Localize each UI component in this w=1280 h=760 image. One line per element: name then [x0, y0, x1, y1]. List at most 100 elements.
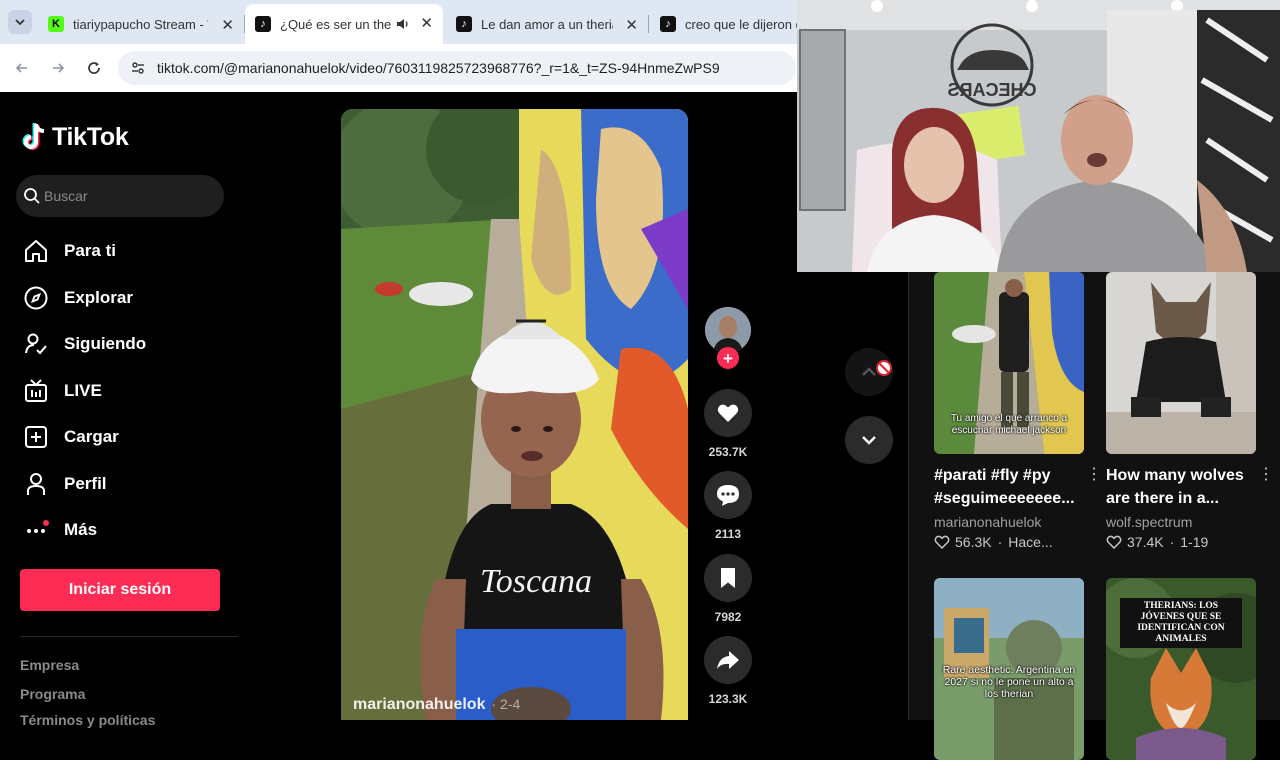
- not-allowed-icon: [876, 360, 892, 376]
- login-button[interactable]: Iniciar sesión: [20, 569, 220, 611]
- search-icon: [24, 188, 40, 204]
- tab-kick-stream[interactable]: K tiariypapucho Stream - W ✕: [38, 6, 245, 42]
- share-count: 123.3K: [708, 692, 748, 706]
- nav-cargar[interactable]: Cargar: [20, 417, 230, 457]
- footer-link-empresa[interactable]: Empresa: [20, 657, 79, 673]
- previous-video-button[interactable]: [845, 348, 893, 396]
- card-meta: 37.4K · 1-19: [1106, 534, 1256, 550]
- webcam-sign: CHECARS: [947, 80, 1036, 100]
- comment-action: 2113: [704, 471, 752, 541]
- forward-button[interactable]: [46, 56, 70, 80]
- more-dots-icon: [20, 514, 52, 546]
- like-action: 253.7K: [704, 389, 752, 459]
- tab-strip: K tiariypapucho Stream - W ✕ ♪ ¿Qué es s…: [0, 0, 797, 44]
- tab-creo[interactable]: ♪ creo que le dijeron qu: [650, 6, 797, 42]
- comment-count: 2113: [714, 527, 742, 541]
- thumbnail-caption: THERIANS: LOS JÓVENES QUE SE IDENTIFICAN…: [1120, 598, 1242, 648]
- close-tab-icon[interactable]: ✕: [420, 14, 433, 32]
- nav-live[interactable]: LIVE: [20, 371, 230, 411]
- back-button[interactable]: [10, 56, 34, 80]
- comment-button[interactable]: [704, 471, 752, 519]
- card-author[interactable]: wolf.spectrum: [1106, 514, 1256, 530]
- webcam-overlay: CHECARS: [797, 0, 1280, 272]
- heart-outline-icon: [934, 535, 950, 550]
- card-title[interactable]: #parati #fly #py #seguimeeeeeee...: [934, 464, 1075, 510]
- arrow-left-icon: [15, 63, 27, 73]
- share-icon: [717, 651, 739, 669]
- nav-explorar[interactable]: Explorar: [20, 278, 230, 318]
- thumbnail-caption: Rare aesthetic: Argentina en 2027 si no …: [942, 664, 1076, 700]
- speaker-icon[interactable]: [395, 16, 411, 32]
- save-action: 7982: [704, 554, 752, 624]
- video-player[interactable]: Toscana marianonahuelok · 2-4: [341, 109, 688, 720]
- save-button[interactable]: [704, 554, 752, 602]
- live-tv-icon: [20, 375, 52, 407]
- close-tab-icon[interactable]: ✕: [221, 16, 234, 34]
- footer-link-programa[interactable]: Programa: [20, 686, 85, 702]
- tiktok-icon: ♪: [660, 16, 676, 32]
- save-count: 7982: [714, 610, 742, 624]
- recommended-card[interactable]: Tu amigo el que arranco a escuchar micha…: [934, 272, 1102, 550]
- video-thumbnail[interactable]: THERIANS: LOS JÓVENES QUE SE IDENTIFICAN…: [1106, 578, 1256, 760]
- more-options-icon[interactable]: ⋮: [1086, 464, 1102, 484]
- browser-chrome: K tiariypapucho Stream - W ✕ ♪ ¿Qué es s…: [0, 0, 797, 92]
- divider: [908, 272, 909, 720]
- video-thumbnail[interactable]: [1106, 272, 1256, 454]
- address-bar[interactable]: tiktok.com/@marianonahuelok/video/760311…: [118, 51, 796, 85]
- nav-para-ti[interactable]: Para ti: [20, 231, 230, 271]
- heart-icon: [717, 404, 739, 422]
- recommended-card[interactable]: How many wolves are there in a... ⋮ wolf…: [1106, 272, 1274, 550]
- card-meta: 56.3K · Hace...: [934, 534, 1084, 550]
- share-action: 123.3K: [704, 636, 752, 706]
- shirt-text: Toscana: [480, 563, 592, 600]
- bookmark-icon: [721, 568, 735, 588]
- footer-link-terminos[interactable]: Términos y políticas: [20, 712, 155, 728]
- following-icon: [20, 328, 52, 360]
- like-button[interactable]: [704, 389, 752, 437]
- divider: [20, 636, 238, 637]
- sidebar: TikTok Buscar Para ti Explorar Siguiendo…: [0, 92, 240, 728]
- kick-icon: K: [48, 16, 64, 32]
- tiktok-logo[interactable]: TikTok: [22, 122, 129, 152]
- tab-therian-video[interactable]: ♪ ¿Qué es ser un therian ✕: [245, 4, 443, 44]
- nav-perfil[interactable]: Perfil: [20, 464, 230, 504]
- recommended-card[interactable]: Rare aesthetic: Argentina en 2027 si no …: [934, 578, 1084, 760]
- tiktok-icon: ♪: [456, 16, 472, 32]
- home-icon: [20, 235, 52, 267]
- more-options-icon[interactable]: ⋮: [1258, 464, 1274, 484]
- like-count: 253.7K: [708, 445, 748, 459]
- video-author[interactable]: marianonahuelok · 2-4: [353, 696, 520, 714]
- tab-search-button[interactable]: [8, 10, 32, 34]
- heart-outline-icon: [1106, 535, 1122, 550]
- close-tab-icon[interactable]: ✕: [625, 16, 638, 34]
- search-input[interactable]: Buscar: [16, 175, 224, 217]
- share-button[interactable]: [704, 636, 752, 684]
- tiktok-icon: ♪: [255, 16, 271, 32]
- tab-therian-love[interactable]: ♪ Le dan amor a un therian ✕: [446, 6, 649, 42]
- tiktok-note-icon: [22, 123, 45, 150]
- video-date: · 2-4: [491, 696, 521, 712]
- browser-toolbar: tiktok.com/@marianonahuelok/video/760311…: [0, 44, 797, 92]
- chevron-down-icon: [15, 19, 25, 26]
- recommended-card[interactable]: THERIANS: LOS JÓVENES QUE SE IDENTIFICAN…: [1106, 578, 1256, 760]
- card-author[interactable]: marianonahuelok: [934, 514, 1084, 530]
- arrow-right-icon: [53, 63, 65, 73]
- chevron-down-icon: [862, 436, 876, 445]
- card-title[interactable]: How many wolves are there in a...: [1106, 464, 1246, 510]
- compass-icon: [20, 282, 52, 314]
- profile-icon: [20, 468, 52, 500]
- follow-button[interactable]: +: [717, 347, 739, 369]
- thumbnail-caption: Tu amigo el que arranco a escuchar micha…: [950, 413, 1068, 436]
- site-settings-icon[interactable]: [130, 60, 146, 76]
- upload-icon: [20, 421, 52, 453]
- video-thumbnail[interactable]: Tu amigo el que arranco a escuchar micha…: [934, 272, 1084, 454]
- video-thumbnail[interactable]: Rare aesthetic: Argentina en 2027 si no …: [934, 578, 1084, 760]
- url-text: tiktok.com/@marianonahuelok/video/760311…: [157, 60, 720, 76]
- comment-icon: [717, 485, 739, 506]
- webcam-feed: CHECARS: [797, 0, 1280, 272]
- next-video-button[interactable]: [845, 416, 893, 464]
- reload-button[interactable]: [82, 56, 106, 80]
- nav-siguiendo[interactable]: Siguiendo: [20, 324, 230, 364]
- nav-mas[interactable]: Más: [20, 510, 230, 550]
- video-frame: Toscana: [341, 109, 688, 720]
